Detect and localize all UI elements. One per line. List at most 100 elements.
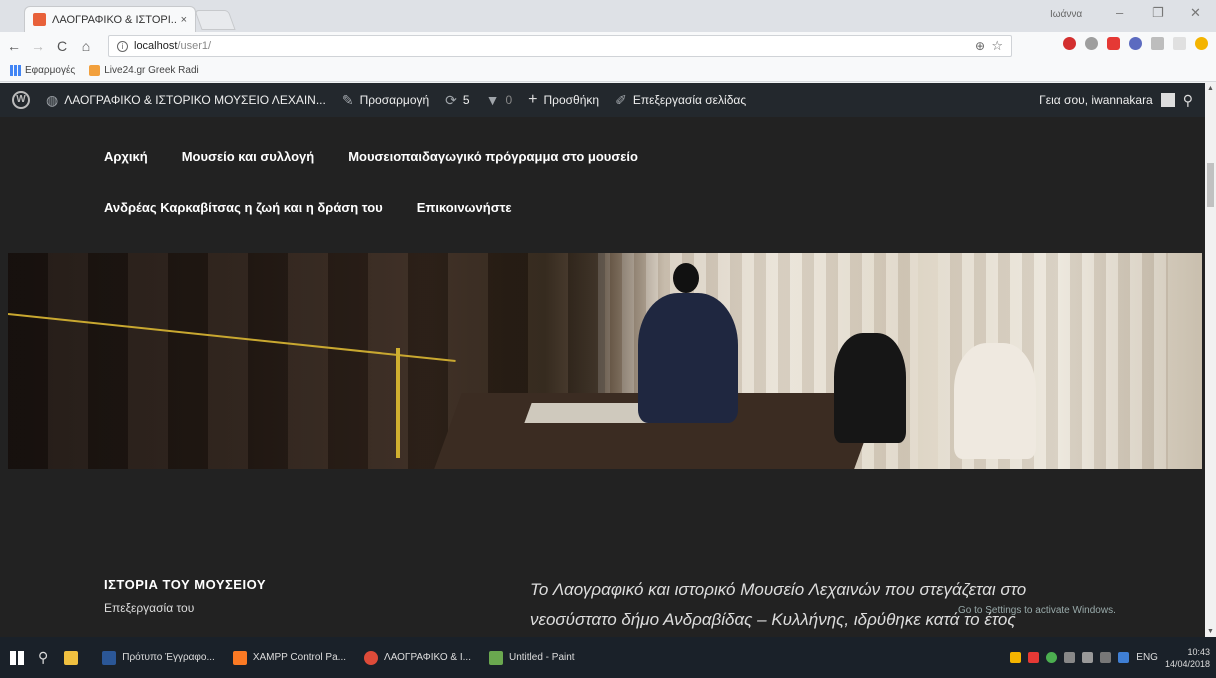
extension-icon[interactable] bbox=[1085, 37, 1098, 50]
site-page: Αρχική Μουσείο και συλλογή Μουσειοπαιδαγ… bbox=[0, 117, 1205, 637]
folder-icon bbox=[64, 650, 79, 665]
volume-icon[interactable] bbox=[1082, 652, 1094, 663]
window-user-name[interactable]: Ιωάννα bbox=[1050, 9, 1082, 20]
apps-icon bbox=[10, 65, 21, 76]
url-host: localhost bbox=[134, 40, 178, 52]
brush-icon: ✎ bbox=[341, 91, 354, 108]
updates-icon: ⟳ bbox=[445, 91, 457, 108]
info-icon[interactable]: i bbox=[117, 40, 128, 52]
address-bar[interactable]: i localhost /user1/ ⊕ ☆ bbox=[108, 35, 1012, 57]
header-image bbox=[8, 253, 1202, 469]
tray-icon[interactable] bbox=[1010, 652, 1022, 663]
bookmark-star-icon[interactable]: ☆ bbox=[991, 38, 1003, 54]
search-icon[interactable]: ⚲ bbox=[1183, 92, 1193, 109]
taskbar-app-paint[interactable]: Untitled - Paint bbox=[489, 650, 575, 665]
new-tab-button[interactable] bbox=[194, 10, 236, 30]
rss-icon bbox=[89, 65, 101, 76]
windows-taskbar: ⚲ Πρότυπο Έγγραφο... XAMPP Control Pa...… bbox=[0, 637, 1216, 678]
admin-bar-site-name[interactable]: ◍ ΛΑΟΓΡΑΦΙΚΟ & ΙΣΤΟΡΙΚΟ ΜΟΥΣΕΙΟ ΛΕΧΑΙΝ..… bbox=[46, 92, 326, 109]
bookmark-label: Live24.gr Greek Radi bbox=[104, 65, 199, 76]
bookmarks-bar: Εφαρμογές Live24.gr Greek Radi bbox=[0, 60, 1216, 82]
comments-count: 0 bbox=[505, 93, 513, 107]
hero-figure bbox=[834, 333, 906, 443]
word-icon bbox=[102, 650, 117, 665]
activate-windows-watermark: Go to Settings to activate Windows. bbox=[958, 605, 1116, 616]
menu-row: Αρχική Μουσείο και συλλογή Μουσειοπαιδαγ… bbox=[104, 149, 638, 164]
clock[interactable]: 10:43 14/04/2018 bbox=[1165, 646, 1210, 670]
tray-icon[interactable] bbox=[1028, 652, 1040, 663]
avatar[interactable] bbox=[1160, 93, 1175, 107]
hero-post bbox=[396, 348, 400, 458]
main-menu: Αρχική Μουσείο και συλλογή Μουσειοπαιδαγ… bbox=[104, 149, 638, 251]
tab-title: ΛΑΟΓΡΑΦΙΚΟ & ΙΣΤΟΡΙ... bbox=[52, 13, 177, 26]
zoom-icon[interactable]: ⊕ bbox=[975, 39, 985, 53]
plus-icon: + bbox=[528, 91, 538, 108]
menu-item-contact[interactable]: Επικοινωνήστε bbox=[417, 200, 512, 215]
chrome-icon bbox=[364, 650, 379, 665]
bookmark-radio[interactable]: Live24.gr Greek Radi bbox=[89, 65, 199, 76]
paint-icon bbox=[489, 650, 503, 665]
admin-bar-new[interactable]: + Προσθήκη bbox=[528, 91, 599, 109]
taskbar-app-xampp[interactable]: XAMPP Control Pa... bbox=[232, 650, 347, 665]
windows-start-icon[interactable] bbox=[10, 650, 24, 665]
home-icon[interactable]: ⌂ bbox=[76, 38, 96, 54]
customize-label: Προσαρμογή bbox=[359, 93, 430, 107]
intro-line: Το Λαογραφικό και ιστορικό Μουσείο Λεχαι… bbox=[530, 580, 1027, 599]
page-scrollbar[interactable]: ▲ ▼ bbox=[1205, 83, 1216, 637]
network-icon[interactable] bbox=[1064, 652, 1076, 663]
taskbar-app-label: Πρότυπο Έγγραφο... bbox=[122, 652, 215, 663]
admin-bar-customize[interactable]: ✎ Προσαρμογή bbox=[342, 92, 429, 109]
scroll-down-icon[interactable]: ▼ bbox=[1207, 628, 1214, 635]
menu-item-museum[interactable]: Μουσείο και συλλογή bbox=[182, 149, 314, 164]
forward-icon[interactable]: → bbox=[28, 38, 48, 54]
hero-figure bbox=[638, 293, 738, 423]
scrollbar-thumb[interactable] bbox=[1207, 163, 1214, 207]
tab-close-icon[interactable]: × bbox=[181, 14, 187, 26]
admin-bar-edit-page[interactable]: ✐ Επεξεργασία σελίδας bbox=[615, 92, 746, 109]
file-explorer-button[interactable] bbox=[64, 650, 84, 665]
extension-icon[interactable] bbox=[1107, 37, 1120, 50]
extension-icon[interactable] bbox=[1129, 37, 1142, 50]
close-window-icon[interactable]: ✕ bbox=[1190, 5, 1201, 21]
scroll-up-icon[interactable]: ▲ bbox=[1207, 85, 1214, 92]
language-indicator[interactable]: ENG bbox=[1136, 652, 1158, 663]
url-path: /user1/ bbox=[177, 40, 212, 52]
back-icon[interactable]: ← bbox=[4, 38, 24, 54]
new-label: Προσθήκη bbox=[543, 93, 600, 107]
comment-icon: ▼ bbox=[485, 92, 500, 108]
history-subtitle: Επεξεργασία του bbox=[104, 601, 195, 615]
browser-tab[interactable]: ΛΑΟΓΡΑΦΙΚΟ & ΙΣΤΟΡΙ... × bbox=[24, 6, 196, 32]
xampp-icon bbox=[232, 650, 247, 665]
search-icon[interactable]: ⚲ bbox=[38, 649, 48, 666]
pencil-icon: ✐ bbox=[615, 91, 627, 108]
hero-figure bbox=[954, 343, 1036, 459]
profile-icon[interactable] bbox=[1195, 37, 1208, 50]
admin-bar-comments[interactable]: ▼ 0 bbox=[486, 92, 513, 108]
tray-icon[interactable] bbox=[1118, 652, 1130, 663]
taskbar-app-label: XAMPP Control Pa... bbox=[252, 652, 347, 663]
admin-bar-updates[interactable]: ⟳ 5 bbox=[445, 92, 469, 109]
reload-icon[interactable]: C bbox=[52, 38, 72, 54]
dashboard-icon: ◍ bbox=[46, 91, 59, 108]
site-favicon-icon bbox=[33, 13, 46, 26]
taskbar-app-label: Untitled - Paint bbox=[509, 652, 575, 663]
tray-icon[interactable] bbox=[1100, 652, 1112, 663]
extension-icon[interactable] bbox=[1151, 37, 1164, 50]
menu-item-program[interactable]: Μουσειοπαιδαγωγικό πρόγραμμα στο μουσείο bbox=[348, 149, 638, 164]
greeting[interactable]: Γεια σου, iwannakara bbox=[1039, 93, 1153, 107]
bookmark-apps[interactable]: Εφαρμογές bbox=[10, 65, 75, 76]
menu-item-home[interactable]: Αρχική bbox=[104, 149, 148, 164]
taskbar-app-word[interactable]: Πρότυπο Έγγραφο... bbox=[102, 650, 215, 665]
extension-icon[interactable] bbox=[1173, 37, 1186, 50]
taskbar-app-chrome[interactable]: ΛΑΟΓΡΑΦΙΚΟ & Ι... bbox=[364, 650, 471, 665]
minimize-icon[interactable]: – bbox=[1116, 5, 1123, 20]
menu-item-karkavitsas[interactable]: Ανδρέας Καρκαβίτσας η ζωή και η δράση το… bbox=[104, 200, 383, 215]
bookmark-label: Εφαρμογές bbox=[25, 65, 76, 76]
tray-icon[interactable] bbox=[1046, 652, 1058, 663]
browser-tab-strip: ΛΑΟΓΡΑΦΙΚΟ & ΙΣΤΟΡΙ... × Ιωάννα – ❐ ✕ bbox=[0, 0, 1216, 32]
wordpress-logo-icon[interactable]: W bbox=[12, 91, 30, 109]
admin-bar-account: Γεια σου, iwannakara ⚲ bbox=[1039, 83, 1193, 117]
restore-icon[interactable]: ❐ bbox=[1152, 5, 1164, 21]
adblock-icon[interactable] bbox=[1063, 37, 1076, 50]
extension-icons bbox=[1063, 37, 1208, 50]
